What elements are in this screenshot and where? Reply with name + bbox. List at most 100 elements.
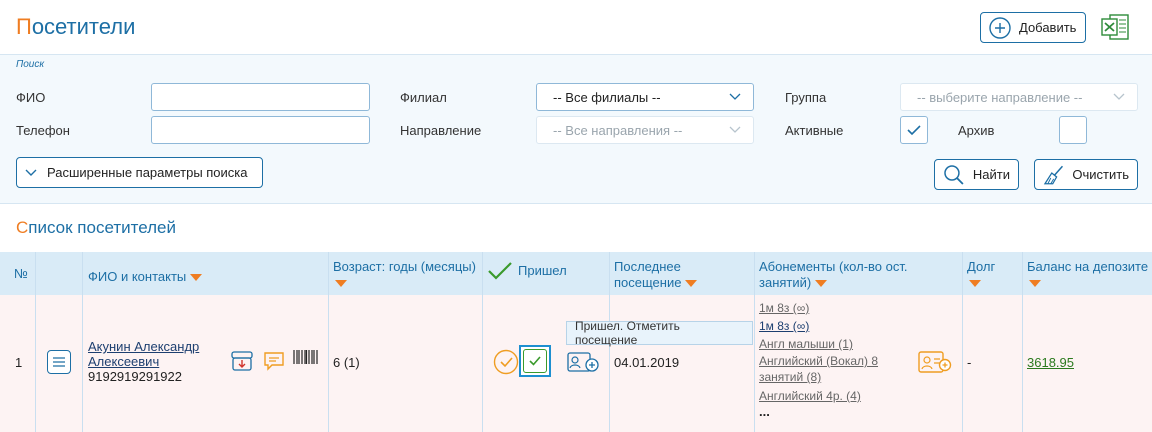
list-title: Список посетителей: [16, 218, 176, 238]
search-panel: Поиск ФИО Телефон Филиал -- Все филиалы …: [0, 54, 1152, 204]
subscription-link[interactable]: Английский 4р. (4): [759, 387, 909, 405]
chevron-down-icon: [1113, 93, 1125, 100]
barcode-icon[interactable]: [293, 349, 319, 365]
check-icon: [907, 124, 921, 135]
column-divider: [82, 252, 83, 432]
check-icon: [529, 356, 541, 366]
column-divider: [328, 252, 329, 432]
group-select[interactable]: -- выберите направление --: [900, 83, 1138, 111]
add-subscription-icon[interactable]: [918, 349, 952, 375]
col-header-num: №: [14, 266, 28, 281]
visitor-name-line2: Алексеевич: [88, 354, 160, 369]
branch-label: Филиал: [400, 90, 447, 105]
col-header-last-visit-line1: Последнее: [614, 259, 681, 274]
archive-checkbox[interactable]: [1059, 116, 1087, 144]
visitor-name-cell: Акунин Александр Алексеевич 9192919291922: [88, 339, 199, 384]
active-label: Активные: [785, 123, 844, 138]
mark-visit-box: [523, 349, 547, 373]
col-header-age-label: Возраст: годы (месяцы): [333, 259, 476, 274]
phone-label: Телефон: [16, 123, 70, 138]
subscription-link[interactable]: Английский (Вокал) 8: [759, 353, 909, 369]
subscriptions-cell: 1м 8з (∞) 1м 8з (∞) Англ малыши (1) Англ…: [759, 299, 909, 419]
col-header-name[interactable]: ФИО и контакты: [88, 269, 203, 285]
col-header-last-visit[interactable]: Последнее посещение: [614, 259, 698, 291]
chevron-down-icon: [729, 93, 741, 100]
group-select-value: -- выберите направление --: [917, 89, 1083, 105]
sort-arrow-icon[interactable]: [335, 280, 347, 288]
fio-input[interactable]: [151, 83, 370, 111]
column-divider: [35, 252, 36, 432]
clear-button[interactable]: Очистить: [1034, 159, 1138, 190]
phone-input[interactable]: [151, 116, 370, 144]
col-header-age[interactable]: Возраст: годы (месяцы): [333, 259, 476, 291]
find-button[interactable]: Найти: [934, 159, 1019, 190]
visitor-name-line1: Акунин Александр: [88, 339, 200, 354]
visitor-debt: -: [967, 355, 972, 370]
advanced-search-label: Расширенные параметры поиска: [47, 165, 248, 180]
page-title-first-letter: П: [16, 14, 32, 39]
broom-icon: [1043, 165, 1064, 184]
sort-arrow-icon[interactable]: [685, 280, 698, 288]
add-visit-icon[interactable]: [567, 350, 599, 374]
page-title-rest: осетители: [31, 14, 136, 39]
visitor-name-link[interactable]: Акунин Александр Алексеевич: [88, 339, 199, 369]
column-divider: [962, 252, 963, 432]
page-title: Посетители: [16, 14, 135, 40]
list-title-rest: писок посетителей: [28, 218, 176, 237]
subscription-link[interactable]: Англ малыши (1): [759, 335, 909, 353]
excel-icon[interactable]: [1101, 14, 1129, 40]
sort-arrow-icon[interactable]: [1029, 280, 1041, 288]
mark-visit-button[interactable]: [519, 345, 551, 377]
col-header-name-label: ФИО и контакты: [88, 269, 187, 284]
row-menu-button[interactable]: [47, 350, 71, 374]
col-header-balance-label: Баланс на депозите: [1027, 259, 1149, 274]
archive-box-icon[interactable]: [231, 351, 253, 371]
clear-button-label: Очистить: [1072, 167, 1129, 182]
direction-label: Направление: [400, 123, 482, 138]
col-header-balance[interactable]: Баланс на депозите: [1027, 259, 1148, 291]
find-button-label: Найти: [972, 167, 1010, 182]
column-divider: [1022, 252, 1023, 432]
col-header-subscriptions[interactable]: Абонементы (кол-во ост. занятий): [759, 259, 908, 291]
check-icon: [488, 262, 512, 280]
branch-select-value: -- Все филиалы --: [553, 89, 661, 105]
branch-select[interactable]: -- Все филиалы --: [536, 83, 754, 111]
visitor-balance-link[interactable]: 3618.95: [1027, 355, 1074, 370]
direction-select-value: -- Все направления --: [553, 122, 683, 138]
archive-label: Архив: [958, 123, 995, 138]
search-icon: [944, 164, 964, 185]
subscription-link[interactable]: занятий (8): [759, 369, 909, 385]
row-number: 1: [15, 355, 23, 370]
active-checkbox[interactable]: [900, 116, 928, 144]
last-visit-date: 04.01.2019: [614, 355, 680, 370]
sort-arrow-icon[interactable]: [969, 280, 981, 288]
direction-select[interactable]: -- Все направления --: [536, 116, 754, 144]
menu-icon: [53, 357, 65, 367]
col-header-subscriptions-line2: занятий): [759, 275, 812, 290]
add-button-label: Добавить: [1019, 20, 1077, 35]
sort-arrow-icon[interactable]: [190, 274, 203, 282]
col-header-came-label: Пришел: [518, 263, 567, 278]
visitor-age: 6 (1): [333, 355, 360, 370]
add-circle-icon: [989, 16, 1011, 39]
column-divider: [754, 252, 755, 432]
visitor-phone: 9192919291922: [88, 369, 182, 384]
fio-label: ФИО: [16, 90, 46, 105]
column-divider: [482, 252, 483, 432]
sort-arrow-icon[interactable]: [815, 280, 828, 288]
col-header-last-visit-line2: посещение: [614, 275, 682, 290]
advanced-search-button[interactable]: Расширенные параметры поиска: [16, 157, 263, 188]
subscription-link[interactable]: 1м 8з (∞): [759, 317, 909, 335]
comment-icon[interactable]: [263, 351, 285, 371]
col-header-subscriptions-line1: Абонементы (кол-во ост.: [759, 259, 908, 274]
col-header-debt[interactable]: Долг: [967, 259, 995, 291]
list-title-first-letter: С: [16, 218, 29, 237]
add-button[interactable]: Добавить: [980, 12, 1086, 43]
group-label: Группа: [785, 90, 827, 105]
search-caption: Поиск: [16, 59, 45, 70]
chevron-down-icon: [25, 169, 37, 176]
subscriptions-more[interactable]: ...: [759, 405, 909, 419]
subscription-link[interactable]: 1м 8з (∞): [759, 299, 909, 317]
check-circle-icon[interactable]: [493, 349, 519, 375]
col-header-debt-label: Долг: [967, 259, 996, 274]
